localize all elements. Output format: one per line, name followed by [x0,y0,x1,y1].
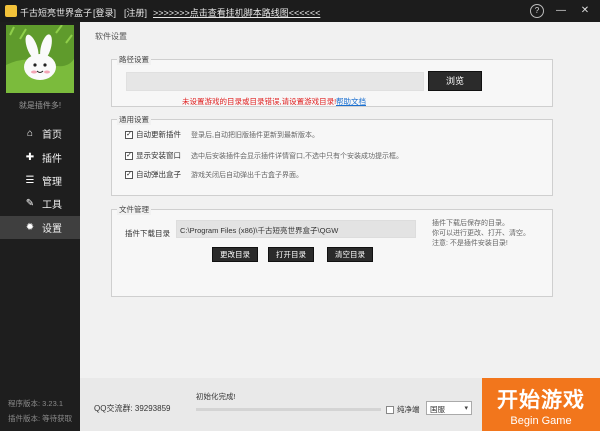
sidebar-motto: 就是插件多! [18,101,62,110]
auto-update-option[interactable]: ✓ 自动更新插件 [125,129,181,140]
title-bar: 千古短亮世界盒子 [登录] [注册] >>>>>>>点击查看挂机脚本路线图<<<… [0,0,600,22]
option-description: 登录后,自动把旧版插件更新到最新版本。 [191,132,319,139]
avatar-bunny-image [6,25,74,93]
plugin-version: 插件版本: 等待获取 [8,414,73,423]
note-line: 注意: 不是插件安装目录! [432,240,508,247]
panel-title: 文件管理 [117,204,151,215]
notice-link[interactable]: >>>>>>>点击查看挂机脚本路线图<<<<<< [153,6,320,19]
sidebar-item-tools[interactable]: ✎ 工具 [0,192,80,215]
note-line: 你可以进行更改、打开、清空。 [432,230,530,237]
avatar[interactable] [6,25,74,93]
auto-popup-option[interactable]: ✓ 自动弹出盒子 [125,169,181,180]
server-select[interactable]: 国服 ▾ [426,401,472,415]
chevron-down-icon: ▾ [464,405,468,412]
panel-title: 路径设置 [117,54,151,65]
start-game-label-en: Begin Game [510,415,572,427]
game-path-input[interactable] [126,72,424,91]
app-title: 千古短亮世界盒子 [20,8,93,18]
sidebar-item-home[interactable]: ⌂ 首页 [0,122,80,145]
download-dir-note: 插件下载后保存的目录。 你可以进行更改、打开、清空。 注意: 不是插件安装目录! [432,219,530,249]
bottom-bar: QQ交流群: 39293859 初始化完成! 纯净端 国服 ▾ 开始游戏 Beg… [80,378,600,431]
sidebar-item-manage[interactable]: ☰ 管理 [0,169,80,192]
sidebar-item-settings[interactable]: ✹ 设置 [0,216,80,239]
open-dir-button[interactable]: 打开目录 [268,247,314,262]
option-description: 游戏关闭后自动弹出千古盒子界面。 [191,172,303,179]
puzzle-icon: ✚ [25,151,35,163]
pure-client-option[interactable]: 纯净端 [386,404,420,415]
auto-update-checkbox[interactable]: ✓ [125,130,133,139]
page-title: 软件设置 [95,32,127,41]
sidebar-item-label: 插件 [42,154,62,165]
download-dir-label: 插件下载目录 [125,229,170,238]
change-dir-button[interactable]: 更改目录 [212,247,258,262]
sidebar-item-label: 管理 [42,177,62,188]
start-game-label: 开始游戏 [497,388,585,412]
pure-client-label: 纯净端 [397,405,420,414]
manage-icon: ☰ [25,174,35,186]
register-link[interactable]: [注册] [124,6,147,19]
settings-page: 软件设置 路径设置 浏览 未设置游戏的目录或目录错误,请设置游戏目录! 帮助文档… [80,22,600,431]
progress-bar [196,408,381,411]
minimize-icon[interactable]: — [554,4,568,18]
option-label: 自动弹出盒子 [136,170,181,179]
clear-dir-button[interactable]: 清空目录 [327,247,373,262]
show-install-window-option[interactable]: ✓ 显示安装窗口 [125,150,181,161]
start-game-button[interactable]: 开始游戏 Begin Game [482,378,600,431]
sidebar: 就是插件多! ⌂ 首页 ✚ 插件 ☰ 管理 ✎ 工具 ✹ 设置 程序版本: 3.… [0,22,80,431]
path-settings-panel: 路径设置 浏览 未设置游戏的目录或目录错误,请设置游戏目录! 帮助文档 [111,54,553,107]
option-description: 选中后安装插件会显示插件详情窗口,不选中只有个安装成功提示框。 [191,153,403,160]
show-install-window-checkbox[interactable]: ✓ [125,151,133,160]
sidebar-item-label: 首页 [42,130,62,141]
browse-button[interactable]: 浏览 [428,71,482,91]
program-version: 程序版本: 3.23.1 [8,399,64,408]
general-settings-panel: 通用设置 ✓ 自动更新插件 登录后,自动把旧版插件更新到最新版本。 ✓ 显示安装… [111,114,553,196]
login-link[interactable]: [登录] [93,6,116,19]
path-warning: 未设置游戏的目录或目录错误,请设置游戏目录! [182,97,337,106]
option-label: 显示安装窗口 [136,151,181,160]
init-status: 初始化完成! [196,392,236,401]
panel-title: 通用设置 [117,114,151,125]
app-logo-icon [5,5,17,17]
file-management-panel: 文件管理 插件下载目录 C:\Program Files (x86)\千古短亮世… [111,204,553,297]
home-icon: ⌂ [26,127,34,139]
download-dir-input[interactable]: C:\Program Files (x86)\千古短亮世界盒子\QGW [176,220,416,238]
sidebar-item-label: 工具 [42,200,62,211]
help-doc-link[interactable]: 帮助文档 [336,96,366,107]
qq-group: QQ交流群: 39293859 [94,404,171,413]
sidebar-item-plugins[interactable]: ✚ 插件 [0,146,80,169]
option-label: 自动更新插件 [136,130,181,139]
auto-popup-checkbox[interactable]: ✓ [125,170,133,179]
note-line: 插件下载后保存的目录。 [432,220,509,227]
server-select-value: 国服 [430,405,445,414]
question-circle-icon[interactable]: ? [530,4,544,18]
gear-icon: ✹ [25,221,35,233]
sidebar-item-label: 设置 [42,224,62,235]
close-icon[interactable]: ✕ [578,4,592,18]
wrench-icon: ✎ [25,197,35,209]
pure-client-checkbox[interactable] [386,405,394,414]
